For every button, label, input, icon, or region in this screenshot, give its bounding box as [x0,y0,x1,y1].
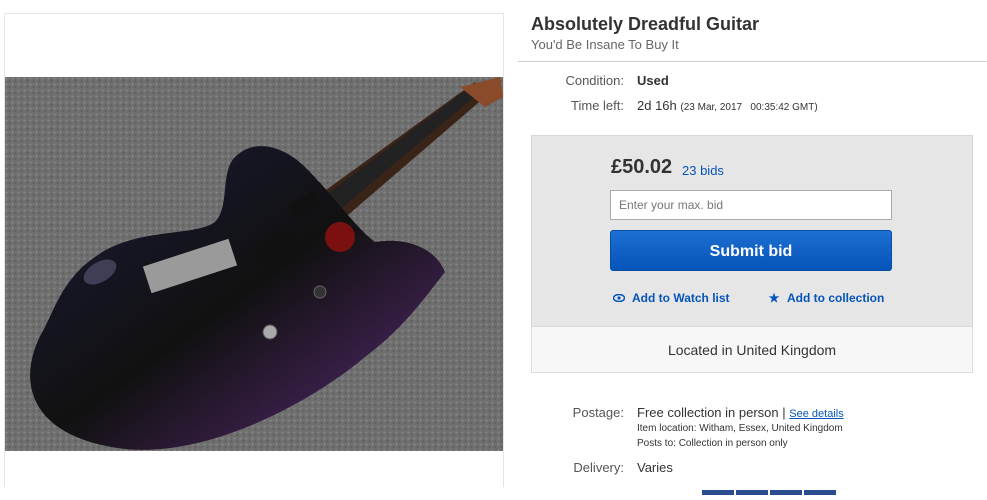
payment-logo [770,490,802,495]
guitar-photo[interactable] [5,77,503,451]
star-icon: ★ [768,291,780,305]
posts-to-value: Collection in person only [678,438,788,449]
watchlist-label: Add to Watch list [632,291,730,305]
add-to-collection-link[interactable]: ★ Add to collection [767,291,885,305]
posts-to-label: Posts to: [637,438,676,449]
condition-value: Used [637,73,669,88]
bid-count-link[interactable]: 23 bids [682,163,724,178]
collection-label: Add to collection [787,291,885,305]
time-left-label: Time left: [571,98,624,113]
divider [518,61,987,62]
item-location-row: Item location: Witham, Essex, United Kin… [637,423,843,434]
postage-value: Free collection in person [637,405,779,420]
condition-label: Condition: [565,73,624,88]
delivery-label: Delivery: [573,460,624,475]
posts-to-row: Posts to: Collection in person only [637,438,788,449]
see-details-link[interactable]: See details [789,408,843,420]
item-location-value: Witham, Essex, United Kingdom [699,423,843,434]
add-to-watchlist-link[interactable]: Add to Watch list [612,291,730,305]
current-price: £50.02 [611,156,673,178]
submit-bid-button[interactable]: Submit bid [610,230,892,271]
time-left-date: (23 Mar, 2017 00:35:42 GMT) [680,102,818,113]
payment-logo [804,490,836,495]
time-left-row: 2d 16h (23 Mar, 2017 00:35:42 GMT) [637,98,818,113]
payment-logo [736,490,768,495]
item-location-label: Item location: [637,423,697,434]
postage-label: Postage: [572,405,624,420]
max-bid-input[interactable] [610,190,892,220]
postage-row: Free collection in person | See details [637,405,844,420]
postage-separator: | [782,405,786,420]
image-panel [4,13,504,487]
time-left-value: 2d 16h [637,98,677,113]
payment-logos [702,482,838,495]
eye-icon [612,291,626,305]
listing-subtitle: You'd Be Insane To Buy It [531,37,679,52]
guitar-image [5,77,503,451]
listing-title: Absolutely Dreadful Guitar [531,14,760,34]
payment-logo [702,490,734,495]
delivery-value: Varies [637,460,673,475]
item-location-banner: Located in United Kingdom [531,327,973,373]
